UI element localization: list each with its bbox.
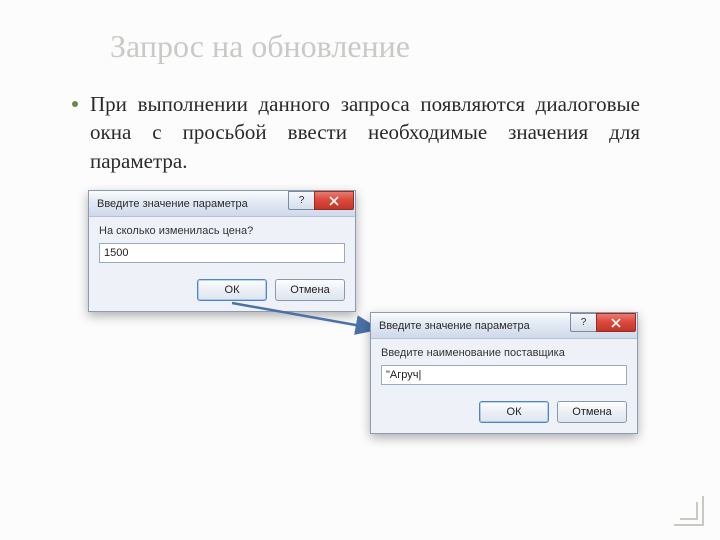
cancel-button[interactable]: Отмена (557, 401, 627, 423)
close-button[interactable] (596, 313, 636, 332)
help-button[interactable]: ? (570, 313, 596, 332)
param-dialog-1: Введите значение параметра ? На сколько … (88, 190, 356, 312)
dialog1-title: Введите значение параметра (97, 198, 248, 210)
ok-button[interactable]: ОК (479, 401, 549, 423)
dialog2-titlebar[interactable]: Введите значение параметра ? (371, 313, 637, 339)
close-icon (611, 318, 621, 328)
cancel-button[interactable]: Отмена (275, 279, 345, 301)
close-icon (329, 196, 339, 206)
close-button[interactable] (314, 191, 354, 210)
help-button[interactable]: ? (288, 191, 314, 210)
arrow-icon (230, 299, 390, 339)
corner-decoration-icon (674, 496, 704, 526)
slide-title: Запрос на обновление (110, 28, 410, 65)
param-dialog-2: Введите значение параметра ? Введите наи… (370, 312, 638, 434)
dialog2-input[interactable] (381, 365, 627, 385)
dialog1-prompt: На сколько изменилась цена? (99, 225, 345, 237)
dialog2-prompt: Введите наименование поставщика (381, 347, 627, 359)
dialog1-input[interactable] (99, 243, 345, 263)
dialog1-titlebar[interactable]: Введите значение параметра ? (89, 191, 355, 217)
ok-button[interactable]: ОК (197, 279, 267, 301)
bullet-icon (72, 101, 78, 107)
dialog2-title: Введите значение параметра (379, 320, 530, 332)
body-text: При выполнении данного запроса появляютс… (90, 90, 640, 175)
body-text-content: При выполнении данного запроса появляютс… (90, 92, 640, 173)
